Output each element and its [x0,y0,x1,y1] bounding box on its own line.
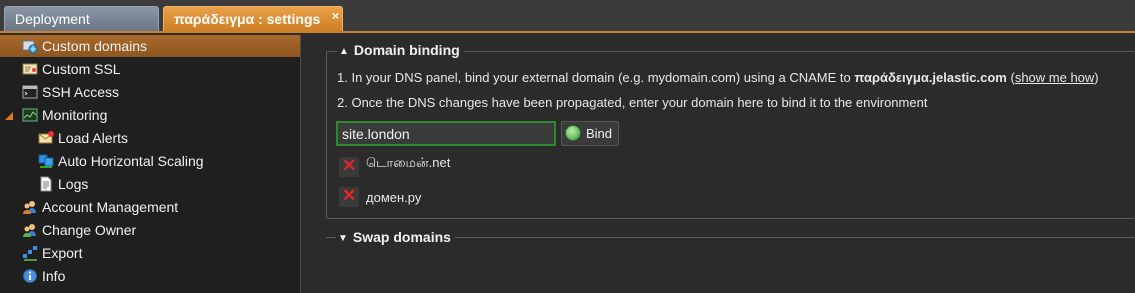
tab-settings[interactable]: παράδειγμα : settings × [163,6,343,31]
instruction-step-1: 1. In your DNS panel, bind your external… [337,70,1099,85]
show-me-how-link[interactable]: show me how [1015,70,1094,85]
export-icon [23,246,37,261]
domain-binding-title: Domain binding [353,42,460,58]
sidebar-item-label: Account Management [42,199,179,215]
scaling-cubes-icon [38,154,54,168]
bind-button-label: Bind [586,126,613,141]
expand-triangle-icon[interactable] [4,107,14,123]
instruction-step-2: 2. Once the DNS changes have been propag… [337,95,928,110]
step1-close-paren: ) [1094,70,1099,85]
swap-domains-panel: ▼ Swap domains [326,229,1135,245]
collapse-triangle-icon: ▲ [339,46,349,57]
step1-text: 1. In your DNS panel, bind your external… [337,70,855,85]
terminal-icon [22,85,38,99]
domain-input[interactable] [336,121,556,146]
users-transfer-icon [23,224,36,237]
cname-host: παράδειγμα.jelastic.com [854,70,1007,85]
envelope-alert-icon [38,131,54,144]
sidebar-item-label: Export [42,245,83,261]
sidebar-item-label: SSH Access [42,84,120,100]
sidebar-item-label: Monitoring [42,107,108,123]
delete-domain-button[interactable]: ✕ [339,186,359,207]
delete-domain-button[interactable]: ✕ [339,156,359,177]
step1-open-paren: ( [1006,70,1015,85]
sidebar-item-label: Info [42,268,66,284]
close-icon[interactable]: × [332,4,339,28]
sidebar-item-label: Logs [58,176,89,192]
bound-domain-label: டொமைன்.net [366,155,451,170]
sidebar-item-label: Load Alerts [58,130,129,146]
delete-x-icon: ✕ [342,156,357,175]
settings-sidebar: Custom domains Custom SSL SSH Access Mon… [0,35,301,293]
swap-domains-header[interactable]: ▼ Swap domains [336,229,455,245]
bound-domain-label: домен.ру [366,190,422,205]
sidebar-item-label: Auto Horizontal Scaling [58,153,204,169]
users-icon [23,201,36,214]
ssl-certificate-icon [22,63,38,75]
tab-bar: Deployment manager παράδειγμα : settings… [0,0,1135,51]
info-icon [23,269,37,283]
bind-button[interactable]: Bind [561,121,619,146]
monitoring-chart-icon [22,108,38,122]
swap-domains-title: Swap domains [352,229,451,245]
sidebar-item-custom-domains[interactable]: Custom domains [0,35,300,57]
tab-label: παράδειγμα : settings [174,11,321,27]
sidebar-item-label: Change Owner [42,222,137,238]
document-icon [40,176,52,192]
expand-triangle-icon: ▼ [338,233,348,244]
sidebar-item-label: Custom SSL [42,61,121,77]
sidebar-item-label: Custom domains [42,38,148,54]
delete-x-icon: ✕ [342,186,357,205]
bind-globe-icon [565,125,581,141]
custom-domains-icon [22,40,38,54]
tab-deployment-manager[interactable]: Deployment manager [4,6,159,51]
domain-binding-header[interactable]: ▲ Domain binding [337,42,464,58]
